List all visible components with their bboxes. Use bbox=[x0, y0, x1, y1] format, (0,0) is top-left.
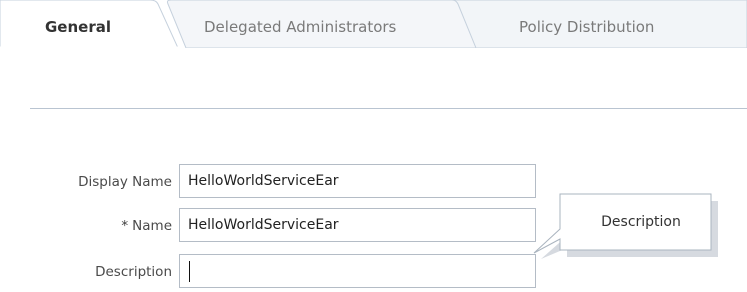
description-label: Description bbox=[95, 264, 172, 280]
required-marker: * bbox=[121, 218, 129, 234]
name-value: HelloWorldServiceEar bbox=[188, 217, 339, 233]
tab-policy-distribution[interactable]: Policy Distribution bbox=[519, 17, 654, 37]
name-label: Name bbox=[132, 218, 172, 234]
display-name-value: HelloWorldServiceEar bbox=[188, 173, 339, 189]
text-caret bbox=[189, 261, 190, 282]
tab-general[interactable]: General bbox=[45, 17, 111, 37]
display-name-label: Display Name bbox=[78, 174, 172, 190]
section-divider bbox=[30, 108, 747, 109]
name-label-group: * Name bbox=[0, 218, 172, 234]
tooltip-text: Description bbox=[601, 214, 681, 230]
display-name-field[interactable]: HelloWorldServiceEar bbox=[179, 164, 536, 198]
description-field[interactable] bbox=[179, 254, 536, 288]
name-field[interactable]: HelloWorldServiceEar bbox=[179, 208, 536, 242]
tab-delegated-administrators[interactable]: Delegated Administrators bbox=[204, 17, 396, 37]
tab-strip: General Delegated Administrators Policy … bbox=[0, 0, 747, 48]
